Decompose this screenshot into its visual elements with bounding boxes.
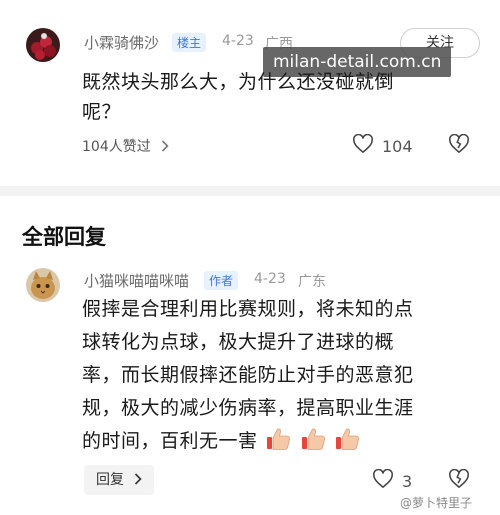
likes-summary-link[interactable]: 104人赞过 bbox=[82, 136, 169, 156]
reply-location: 广东 bbox=[298, 274, 326, 290]
reply-like-count: 3 bbox=[402, 471, 413, 491]
thumbs-up-emoji bbox=[301, 426, 327, 452]
corner-watermark: @萝卜特里子 bbox=[400, 496, 473, 510]
op-badge: 楼主 bbox=[172, 33, 207, 52]
reply-text-line5: 的时间，百利无一害 bbox=[82, 430, 258, 452]
reply-text-line5-row: 的时间，百利无一害 bbox=[82, 425, 361, 458]
reply-text-line4: 规，极大的减少伤病率，提高职业生涯 bbox=[82, 397, 414, 419]
reply-text-line1: 假摔是合理利用比赛规则，将未知的点 bbox=[82, 298, 414, 320]
post-date: 4-23 bbox=[222, 33, 254, 49]
reply-like-button[interactable]: 3 bbox=[372, 468, 413, 493]
all-replies-heading: 全部回复 bbox=[22, 225, 106, 249]
broken-heart-icon bbox=[448, 468, 470, 493]
poster-avatar[interactable] bbox=[26, 28, 60, 62]
thumbs-up-emoji bbox=[266, 426, 292, 452]
reply-dislike-button[interactable] bbox=[448, 468, 470, 493]
chevron-right-icon bbox=[161, 139, 169, 155]
post-dislike-button[interactable] bbox=[448, 133, 470, 158]
likes-summary-text: 104人赞过 bbox=[82, 139, 151, 155]
heart-outline-icon bbox=[372, 468, 394, 493]
reply-text-line3: 率，而长期假摔还能防止对手的恶意犯 bbox=[82, 364, 414, 386]
post-text-line2: 呢？ bbox=[82, 101, 122, 123]
reply-button[interactable]: 回复 bbox=[84, 465, 155, 495]
poster-username[interactable]: 小霖骑佛沙 bbox=[84, 32, 159, 53]
heart-outline-icon bbox=[352, 133, 374, 158]
reply-button-label: 回复 bbox=[96, 472, 124, 488]
post-like-count: 104 bbox=[382, 136, 413, 156]
author-badge: 作者 bbox=[204, 271, 239, 290]
replier-username[interactable]: 小猫咪喵喵咪喵 bbox=[84, 270, 189, 291]
chevron-right-icon bbox=[134, 472, 143, 488]
reply-text-line2: 球转化为点球，极大提升了进球的概 bbox=[82, 331, 395, 353]
post-like-button[interactable]: 104 bbox=[352, 133, 413, 158]
section-divider bbox=[0, 186, 500, 196]
thumbs-up-emoji bbox=[335, 426, 361, 452]
reply-date: 4-23 bbox=[254, 271, 286, 287]
post-text-line1: 既然块头那么大，为什么还没碰就倒 bbox=[82, 71, 395, 93]
broken-heart-icon bbox=[448, 133, 470, 158]
replier-avatar[interactable] bbox=[26, 268, 60, 302]
